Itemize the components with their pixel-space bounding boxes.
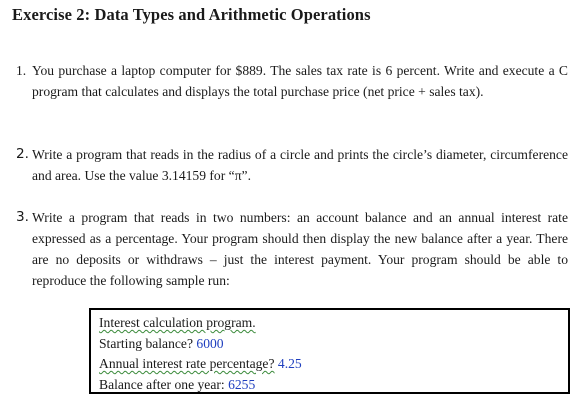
page-title: Exercise 2: Data Types and Arithmetic Op… <box>12 5 371 24</box>
rate-prompt: Annual interest rate percentage? <box>99 356 275 371</box>
exercise-text: Write a program that reads in two number… <box>32 210 568 288</box>
exercise-number: 3. <box>16 209 29 225</box>
sample-run-rate-line: Annual interest rate percentage? 4.25 <box>99 354 560 375</box>
exercise-number: 2. <box>16 146 29 162</box>
sample-run-box: Interest calculation program. Starting b… <box>89 308 570 394</box>
result-value: 6255 <box>228 376 256 392</box>
rate-value: 4.25 <box>277 356 302 371</box>
exercise-number: 1. <box>16 63 27 78</box>
sample-run-balance-line: Starting balance? 6000 <box>99 334 560 355</box>
balance-prompt: Starting balance? <box>99 335 193 351</box>
sample-run-header: Interest calculation program. <box>99 315 256 330</box>
exercise-item-3: 3. Write a program that reads in two num… <box>16 207 568 291</box>
balance-value: 6000 <box>196 335 224 351</box>
exercise-item-1: 1. You purchase a laptop computer for $8… <box>16 60 568 102</box>
result-label: Balance after one year: <box>99 376 225 392</box>
exercise-item-2: 2. Write a program that reads in the rad… <box>16 144 568 186</box>
exercise-text: Write a program that reads in the radius… <box>32 147 568 183</box>
exercise-text: You purchase a laptop computer for $889.… <box>32 63 568 99</box>
sample-run-result-line: Balance after one year: 6255 <box>99 375 560 396</box>
sample-run-header-line: Interest calculation program. <box>99 313 560 334</box>
